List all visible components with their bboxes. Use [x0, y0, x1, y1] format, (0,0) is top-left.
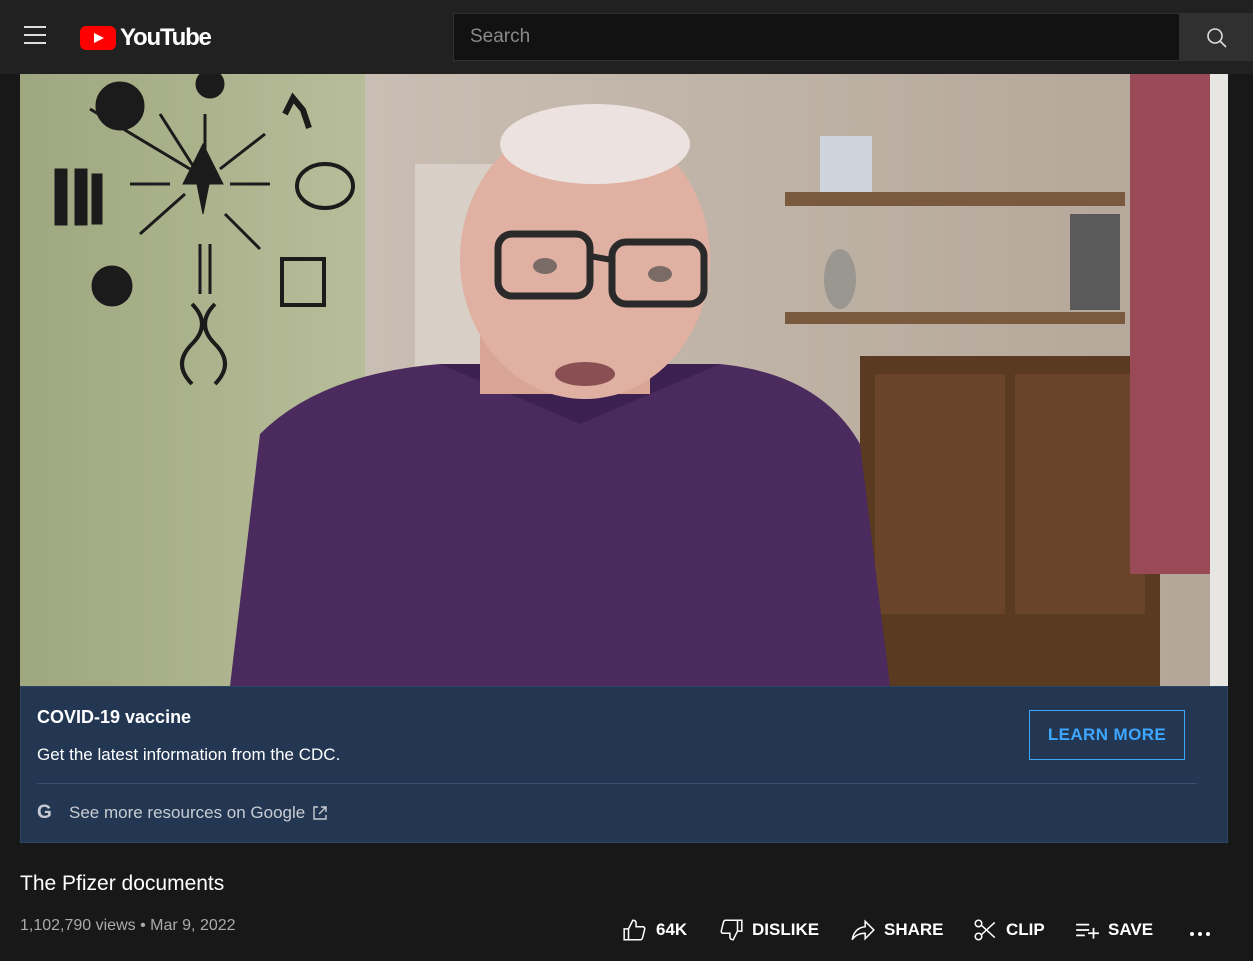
youtube-play-icon — [80, 26, 116, 50]
google-icon: G — [37, 802, 52, 823]
scissors-icon — [974, 919, 996, 941]
top-bar: YouTube — [0, 0, 1253, 74]
more-actions-icon[interactable] — [1188, 916, 1212, 944]
search-box — [453, 13, 1179, 61]
video-meta: 1,102,790 views • Mar 9, 2022 — [20, 917, 236, 935]
video-title: The Pfizer documents — [20, 872, 225, 895]
info-panel-divider — [37, 783, 1197, 784]
clip-label: CLIP — [1006, 920, 1045, 939]
save-label: SAVE — [1108, 920, 1154, 939]
video-player[interactable] — [20, 74, 1228, 686]
search-icon — [1207, 28, 1227, 48]
logo-text: YouTube — [120, 24, 212, 51]
upload-date: Mar 9, 2022 — [150, 917, 236, 934]
add-to-playlist-icon — [1076, 923, 1099, 939]
info-panel-title: COVID-19 vaccine — [37, 707, 192, 727]
covid-info-panel: COVID-19 vaccine Get the latest informat… — [20, 686, 1228, 843]
share-button[interactable]: SHARE — [850, 916, 944, 944]
clip-button[interactable]: CLIP — [972, 916, 1045, 944]
video-frame — [20, 74, 1228, 686]
external-link-icon — [313, 806, 327, 820]
view-count: 1,102,790 views — [20, 917, 136, 934]
search-button[interactable] — [1179, 13, 1253, 61]
share-label: SHARE — [884, 920, 944, 939]
thumbs-up-icon — [623, 919, 646, 941]
google-resources-link[interactable]: G See more resources on Google — [37, 802, 328, 824]
like-button[interactable]: 64K — [622, 916, 687, 944]
share-icon — [851, 919, 875, 941]
hamburger-menu-icon[interactable] — [24, 26, 48, 44]
meta-separator: • — [140, 917, 146, 934]
dislike-label: DISLIKE — [752, 920, 820, 939]
learn-more-button[interactable]: LEARN MORE — [1029, 710, 1185, 760]
info-panel-subtitle: Get the latest information from the CDC. — [37, 745, 341, 764]
save-button[interactable]: SAVE — [1074, 916, 1153, 944]
google-link-text: See more resources on Google — [69, 803, 306, 822]
like-count: 64K — [656, 920, 688, 939]
search-input[interactable] — [454, 14, 1179, 60]
dislike-button[interactable]: DISLIKE — [718, 916, 819, 944]
youtube-logo[interactable]: YouTube — [80, 24, 212, 52]
thumbs-down-icon — [720, 919, 743, 941]
